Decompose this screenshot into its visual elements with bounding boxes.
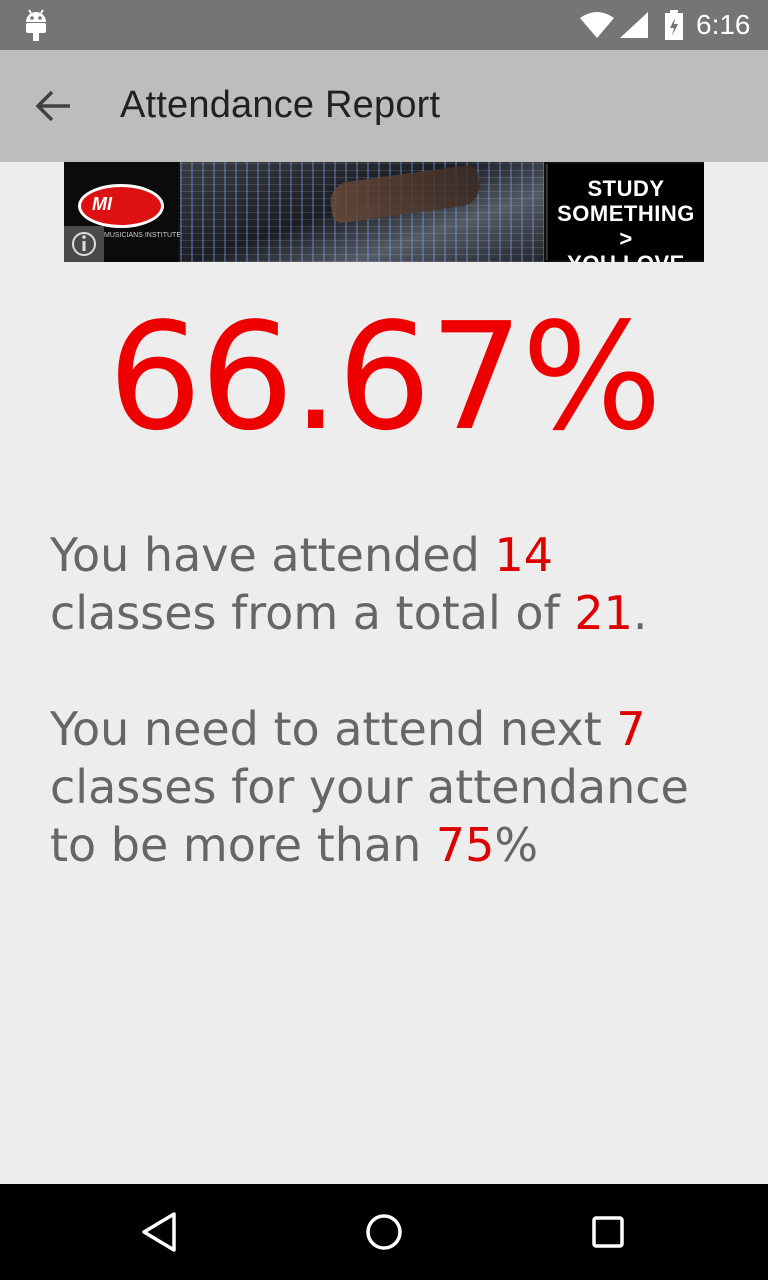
attended-summary: You have attended 14 classes from a tota… [50,526,730,642]
ad-brand-caption: MUSICIANS INSTITUTE [104,232,182,239]
nav-home-icon[interactable] [358,1210,410,1254]
wifi-icon [580,12,614,38]
nav-back-icon[interactable] [134,1210,186,1254]
attended-prefix: You have attended [50,528,495,582]
need-prefix: You need to attend next [50,702,617,756]
ad-photo [180,162,544,262]
attendance-percentage: 66.67% [107,291,662,463]
ad-photo-hand [327,163,483,225]
ad-banner[interactable]: MI MUSICIANS INSTITUTE STUDY SOMETHING >… [64,162,704,262]
attended-count: 14 [494,528,553,582]
target-percent: 75 [435,818,495,872]
app-bar: Attendance Report [0,50,768,162]
need-count: 7 [616,702,646,756]
status-time: 6:16 [696,9,751,40]
attended-suffix: . [632,586,648,640]
ad-logo-text: MI [92,194,112,214]
total-count: 21 [574,586,633,640]
ad-cta[interactable]: STUDY SOMETHING > YOU LOVE [546,164,704,262]
need-middle: classes for your attendance to be more t… [50,760,689,872]
ad-cta-line: YOU LOVE [548,251,704,262]
nav-recents-icon[interactable] [582,1210,634,1254]
signal-icon [620,12,648,38]
arrow-back-icon[interactable] [34,88,74,124]
ad-cta-line: SOMETHING > [557,201,695,251]
android-icon [26,9,46,41]
info-icon[interactable] [64,226,104,262]
ad-logo-oval [78,184,164,228]
status-bar: 6:16 [0,0,768,50]
battery-icon [665,10,683,40]
system-nav-bar [0,1184,768,1280]
attended-middle: classes from a total of [50,586,575,640]
required-summary: You need to attend next 7 classes for yo… [50,700,730,874]
page-title: Attendance Report [120,84,441,126]
ad-cta-line: STUDY [587,176,665,201]
need-suffix: % [494,818,539,872]
